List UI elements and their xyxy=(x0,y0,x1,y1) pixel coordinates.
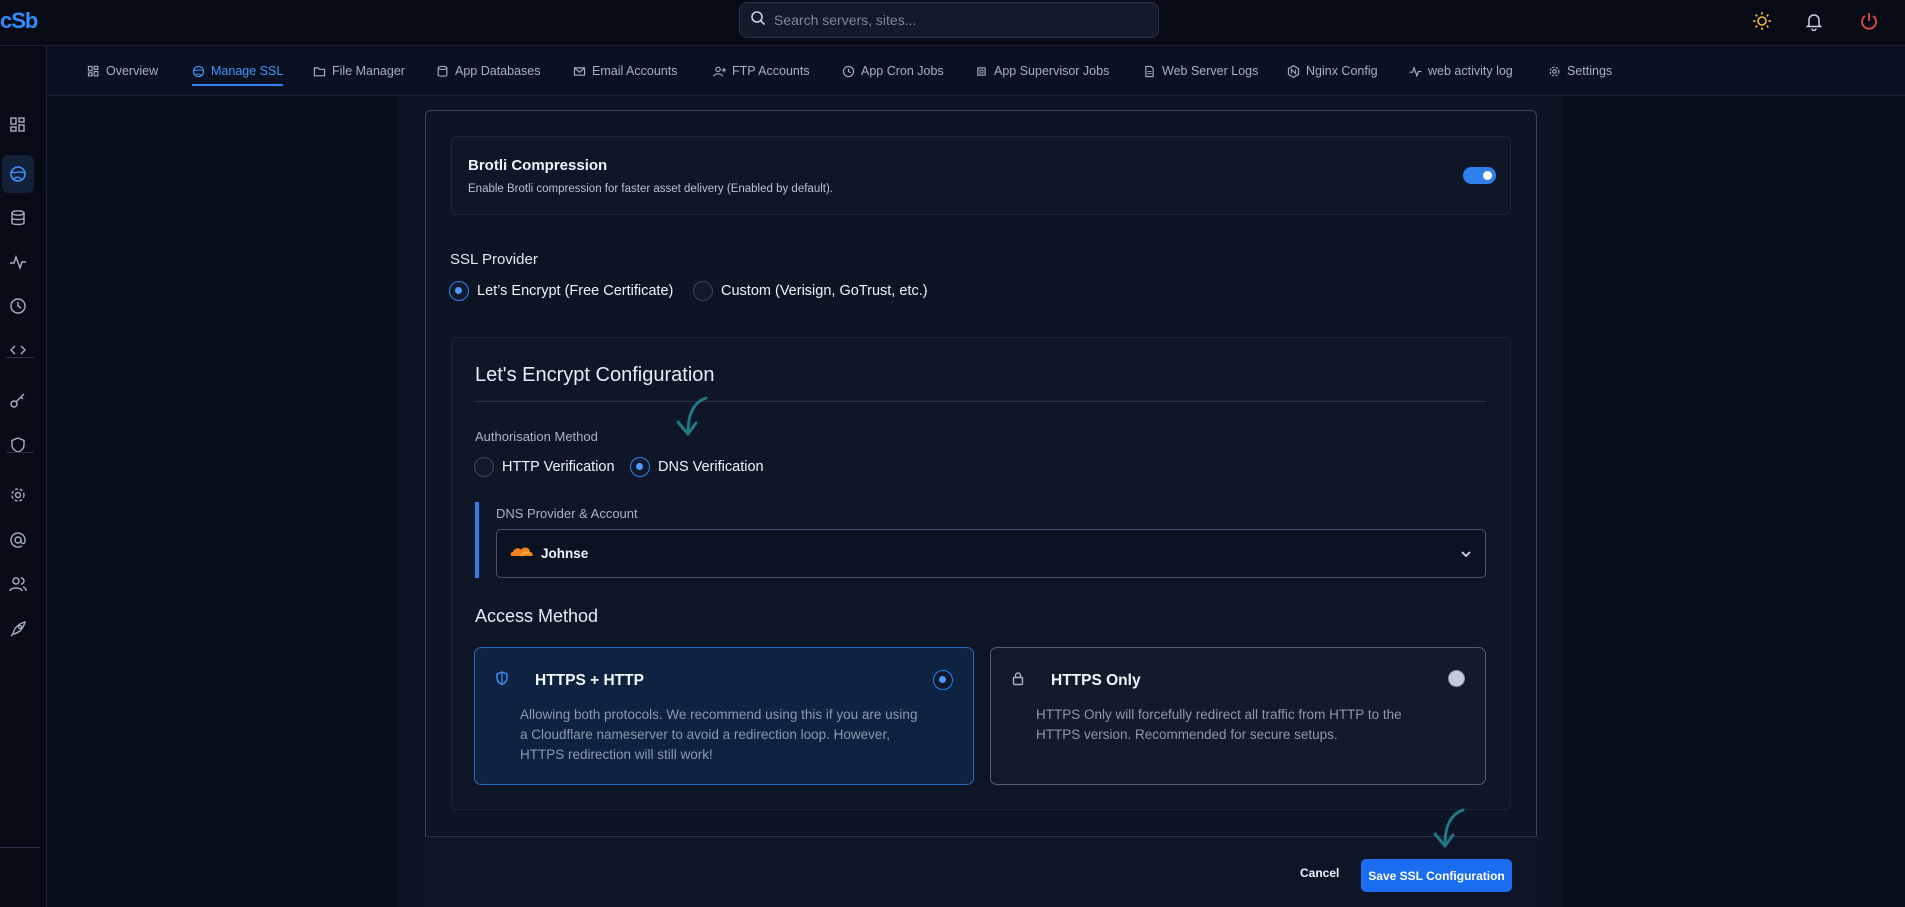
sidebar-divider xyxy=(6,357,34,358)
sidebar xyxy=(0,46,47,907)
database-icon xyxy=(11,210,25,226)
auth-method-label: Authorisation Method xyxy=(475,429,598,444)
letsencrypt-title: Let's Encrypt Configuration xyxy=(475,364,715,386)
access-method-title: Access Method xyxy=(475,606,599,626)
access-option-title: HTTPS + HTTP xyxy=(535,672,644,689)
ssl-provider-custom[interactable]: Custom (Verisign, GoTrust, etc.) xyxy=(693,281,928,301)
key-icon xyxy=(10,393,25,408)
gear-icon xyxy=(11,488,25,502)
dns-provider-select[interactable]: Johnse xyxy=(496,529,1486,578)
brotli-toggle[interactable] xyxy=(1463,167,1496,184)
database-icon xyxy=(437,65,448,77)
tab-overview[interactable]: Overview xyxy=(87,60,158,82)
radio-selected[interactable] xyxy=(933,670,953,690)
sidebar-item-security[interactable] xyxy=(2,426,34,464)
at-sign-icon xyxy=(10,532,26,548)
sidebar-item-cron[interactable] xyxy=(2,287,34,325)
folder-icon xyxy=(313,66,326,76)
user-plus-icon xyxy=(713,66,726,77)
access-option-description: HTTPS Only will forcefully redirect all … xyxy=(1036,707,1402,742)
radio-unselected[interactable] xyxy=(1448,670,1465,687)
mail-icon xyxy=(573,66,586,76)
tab-app-supervisor-jobs[interactable]: App Supervisor Jobs xyxy=(975,60,1109,82)
access-option-title: HTTPS Only xyxy=(1051,672,1141,689)
sidebar-item-databases[interactable] xyxy=(2,199,34,237)
radio-unselected[interactable] xyxy=(474,457,494,477)
tab-web-activity-log[interactable]: web activity log xyxy=(1409,60,1513,82)
sidebar-item-sites[interactable] xyxy=(2,155,34,193)
tab-manage-ssl[interactable]: Manage SSL xyxy=(192,60,284,86)
sidebar-item-team[interactable] xyxy=(2,565,34,603)
sidebar-item-code[interactable] xyxy=(2,331,34,369)
cloudflare-icon xyxy=(509,544,535,563)
annotation-arrow-icon xyxy=(1433,808,1465,848)
access-option-description: Allowing both protocols. We recommend us… xyxy=(520,707,918,762)
bell-icon[interactable] xyxy=(1803,10,1825,32)
search-box[interactable] xyxy=(739,2,1159,38)
dns-provider-label: DNS Provider & Account xyxy=(496,506,638,521)
tab-ftp-accounts[interactable]: FTP Accounts xyxy=(713,60,810,82)
power-icon[interactable] xyxy=(1858,10,1880,32)
tab-email-accounts[interactable]: Email Accounts xyxy=(573,60,677,82)
activity-icon xyxy=(1409,65,1422,78)
cpu-icon xyxy=(977,66,986,76)
radio-selected[interactable] xyxy=(449,281,469,301)
access-option-https-http[interactable]: HTTPS + HTTP Allowing both protocols. We… xyxy=(474,647,974,785)
tab-web-server-logs[interactable]: Web Server Logs xyxy=(1143,60,1258,82)
clock-icon xyxy=(10,298,26,314)
gear-icon xyxy=(1549,66,1560,76)
cancel-button[interactable]: Cancel xyxy=(1300,866,1339,880)
ssl-provider-letsencrypt[interactable]: Let’s Encrypt (Free Certificate) xyxy=(449,281,673,301)
grid-icon xyxy=(87,65,99,76)
tab-file-manager[interactable]: File Manager xyxy=(313,60,405,82)
sidebar-item-monitoring[interactable] xyxy=(2,243,34,281)
tab-bar: Overview Manage SSL File Manager App Dat… xyxy=(47,46,1905,96)
file-icon xyxy=(1145,65,1154,77)
dns-provider-value: Johnse xyxy=(541,546,589,561)
tab-nginx-config[interactable]: Nginx Config xyxy=(1287,60,1378,82)
tab-settings[interactable]: Settings xyxy=(1548,60,1612,82)
sidebar-divider xyxy=(0,847,40,848)
divider xyxy=(475,401,1486,402)
ssl-provider-label: SSL Provider xyxy=(450,251,538,268)
shield-icon xyxy=(495,671,509,691)
radio-selected[interactable] xyxy=(630,457,650,477)
sidebar-item-keys[interactable] xyxy=(2,381,34,419)
clock-cog-icon xyxy=(842,65,855,77)
dns-accent-bar xyxy=(475,502,479,578)
globe-icon xyxy=(10,166,26,182)
sidebar-item-dashboard[interactable] xyxy=(2,106,34,144)
annotation-arrow-icon xyxy=(676,396,708,436)
save-ssl-configuration-button[interactable]: Save SSL Configuration xyxy=(1361,859,1512,892)
sidebar-item-email[interactable] xyxy=(2,521,34,559)
top-bar: cSb xyxy=(0,0,1905,46)
sidebar-item-deploy[interactable] xyxy=(2,610,34,648)
search-input[interactable] xyxy=(774,12,1154,28)
radio-unselected[interactable] xyxy=(693,281,713,301)
chevron-down-icon[interactable] xyxy=(1459,547,1473,566)
sidebar-item-settings[interactable] xyxy=(2,476,34,514)
brotli-card: Brotli Compression Enable Brotli compres… xyxy=(451,136,1511,215)
globe-icon xyxy=(192,65,205,77)
app-logo[interactable]: cSb xyxy=(0,8,38,34)
hexagon-icon xyxy=(1287,64,1300,78)
auth-dns-verification[interactable]: DNS Verification xyxy=(630,457,764,477)
sun-icon[interactable] xyxy=(1751,10,1773,32)
tab-app-databases[interactable]: App Databases xyxy=(436,60,540,82)
rocket-icon xyxy=(10,620,27,637)
brotli-title: Brotli Compression xyxy=(468,157,608,174)
auth-http-verification[interactable]: HTTP Verification xyxy=(474,457,615,477)
lock-icon xyxy=(1011,671,1025,691)
access-option-https-only[interactable]: HTTPS Only HTTPS Only will forcefully re… xyxy=(990,647,1486,785)
grid-icon xyxy=(10,117,25,132)
brotli-description: Enable Brotli compression for faster ass… xyxy=(468,183,833,195)
tab-app-cron-jobs[interactable]: App Cron Jobs xyxy=(842,60,944,82)
users-icon xyxy=(9,577,27,592)
search-icon xyxy=(750,10,766,31)
sidebar-divider xyxy=(6,452,34,453)
activity-icon xyxy=(10,254,26,271)
